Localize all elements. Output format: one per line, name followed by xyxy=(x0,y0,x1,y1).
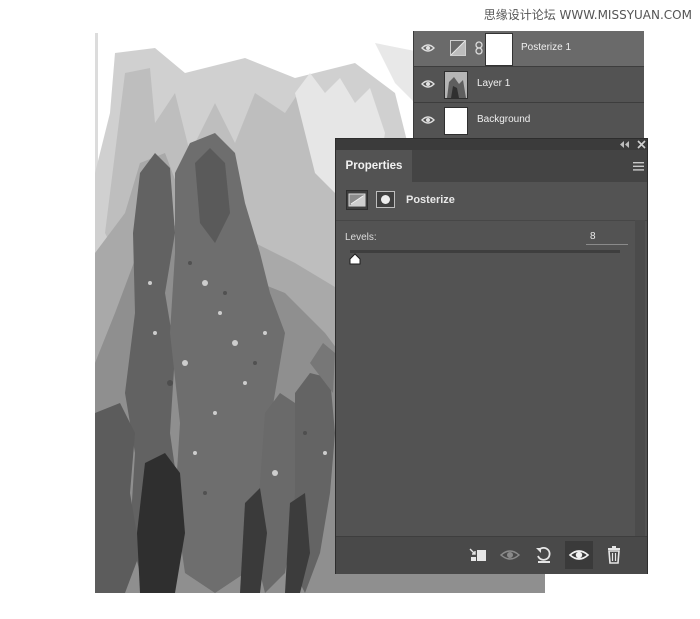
eye-icon[interactable] xyxy=(421,41,435,55)
levels-input[interactable]: 8 xyxy=(586,231,628,245)
layer-mask-thumbnail[interactable] xyxy=(485,33,513,66)
reset-icon[interactable] xyxy=(534,545,554,565)
layer-name: Background xyxy=(477,114,531,125)
panel-menu-icon[interactable] xyxy=(633,162,644,171)
adjustment-layer-icon xyxy=(450,40,466,56)
properties-panel: Properties Posterize Levels: 8 xyxy=(335,138,648,574)
mask-icon[interactable] xyxy=(376,191,395,208)
layer-thumbnail xyxy=(444,71,468,99)
layer-name: Posterize 1 xyxy=(521,42,572,53)
clip-to-layer-icon[interactable] xyxy=(468,545,488,565)
adjustment-title: Posterize xyxy=(406,194,455,206)
scrollbar[interactable] xyxy=(635,220,645,536)
tab-bar: Properties xyxy=(336,150,647,182)
layer-thumbnail xyxy=(444,107,468,135)
link-icon[interactable] xyxy=(474,41,484,55)
toggle-visibility-icon[interactable] xyxy=(565,541,593,569)
tab-properties[interactable]: Properties xyxy=(336,150,412,182)
layer-row-background[interactable]: Background xyxy=(414,103,644,139)
panel-title-bar[interactable] xyxy=(336,139,647,150)
posterize-adjustment-icon[interactable] xyxy=(346,190,368,210)
close-icon[interactable] xyxy=(637,140,646,149)
watermark: 思缘设计论坛 WWW.MISSYUAN.COM xyxy=(483,8,692,22)
levels-label: Levels: xyxy=(345,232,377,243)
double-chevron-icon[interactable] xyxy=(620,141,629,148)
panel-footer xyxy=(336,536,647,574)
eye-icon[interactable] xyxy=(421,77,435,91)
layer-name: Layer 1 xyxy=(477,78,511,89)
view-previous-state-icon[interactable] xyxy=(500,545,520,565)
adjustment-header: Posterize xyxy=(336,182,647,221)
layers-panel: Posterize 1 Layer 1 Background xyxy=(413,31,644,138)
trash-icon[interactable] xyxy=(604,545,624,565)
layer-row-posterize[interactable]: Posterize 1 xyxy=(414,31,644,67)
layer-row-layer-1[interactable]: Layer 1 xyxy=(414,67,644,103)
eye-icon[interactable] xyxy=(421,113,435,127)
levels-slider-track[interactable] xyxy=(350,250,620,253)
levels-slider-thumb[interactable] xyxy=(349,253,361,265)
